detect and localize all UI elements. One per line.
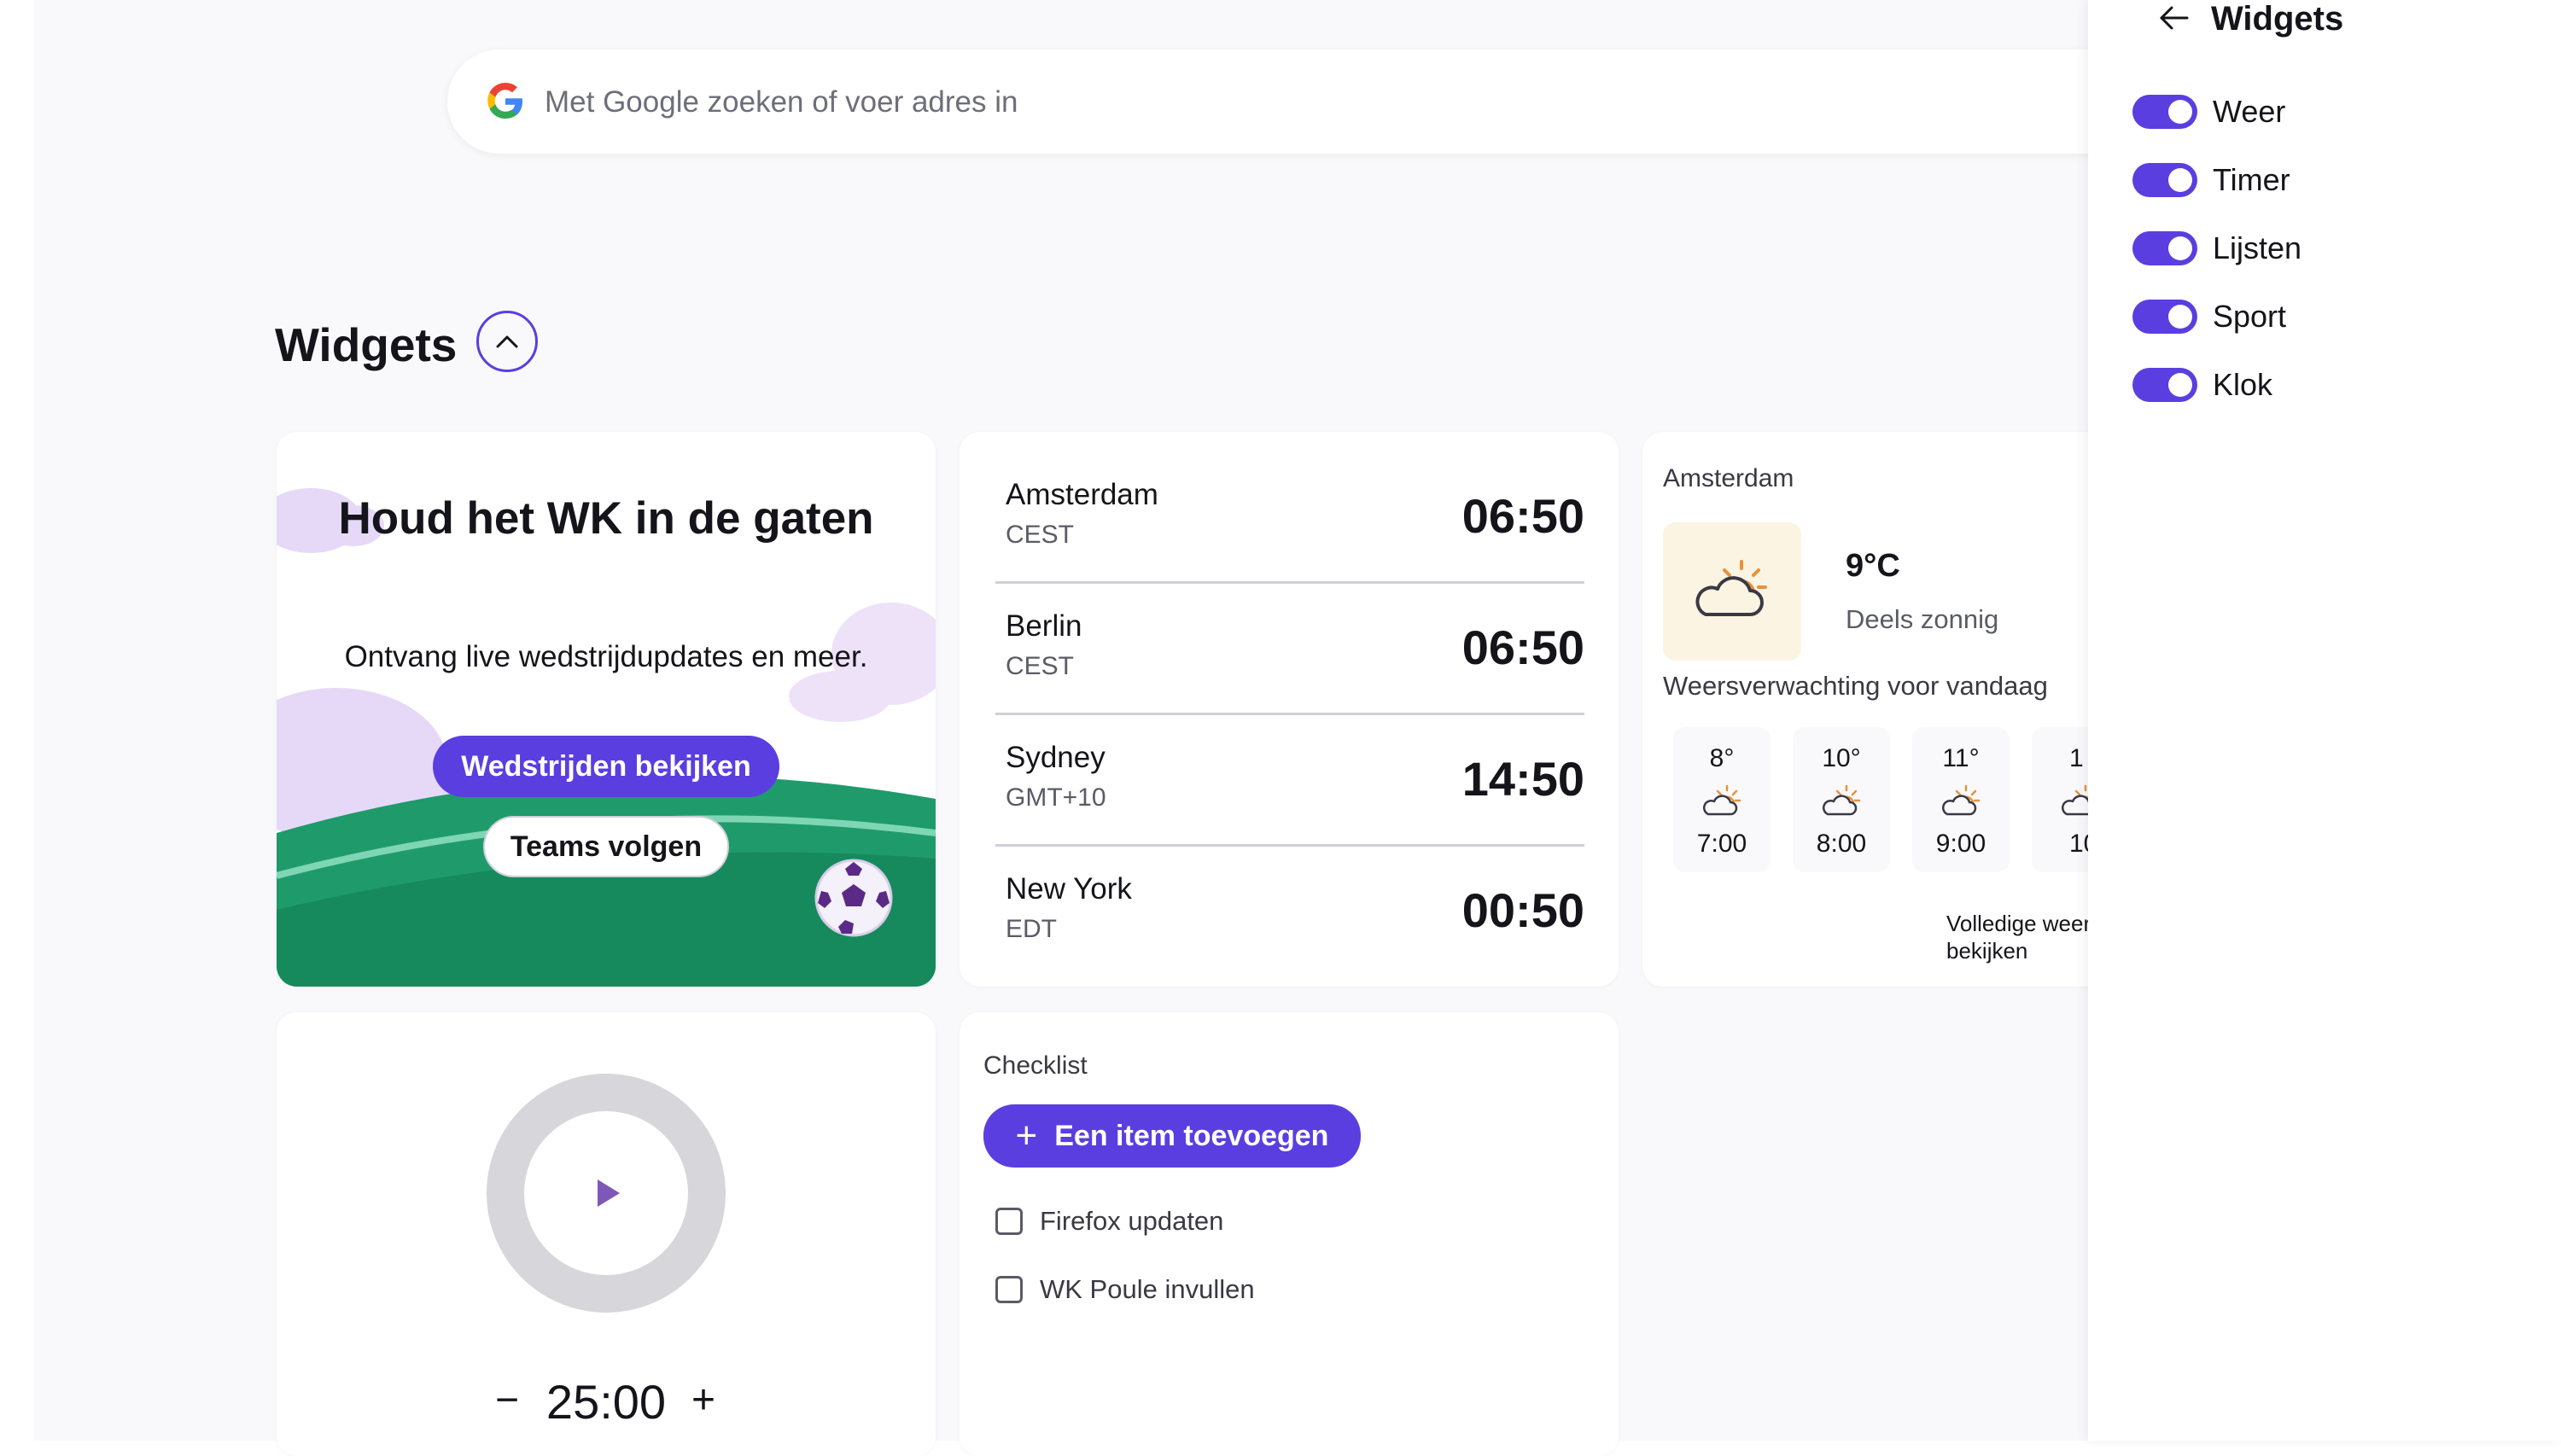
play-icon [598, 1179, 620, 1207]
search-input[interactable] [543, 72, 2083, 133]
clock-city: Amsterdam [1006, 478, 1158, 511]
item-checkbox[interactable] [995, 1208, 1023, 1235]
arrow-left-icon [2160, 6, 2189, 29]
timer-decrease-button[interactable]: − [481, 1375, 533, 1426]
toggle-switch[interactable] [2132, 163, 2197, 197]
forecast-hour: 10° 8:00 [1793, 727, 1890, 872]
item-label: Firefox updaten [1040, 1206, 1224, 1236]
search-bar[interactable] [447, 50, 2155, 154]
toggle-switch[interactable] [2132, 231, 2197, 265]
forecast-time: 9:00 [1935, 830, 1986, 858]
clock-row: Sydney GMT+10 14:50 [995, 715, 1584, 847]
partly-sunny-icon [1941, 784, 1981, 816]
forecast-temperature: 8° [1709, 744, 1735, 772]
widgets-section-title: Widgets [275, 318, 458, 371]
weather-city: Amsterdam [1663, 464, 1794, 492]
toggle-weather[interactable]: Weer [2132, 90, 2285, 133]
forecast-time: 7:00 [1696, 830, 1747, 858]
toggle-label: Timer [2213, 162, 2290, 197]
clock-timezone: GMT+10 [1006, 783, 1106, 812]
partly-sunny-icon [1822, 784, 1861, 816]
clock-timezone: CEST [1006, 652, 1075, 680]
forecast-hour: 8° 7:00 [1673, 727, 1771, 872]
timer-increase-button[interactable]: + [678, 1375, 729, 1426]
forecast-time: 8:00 [1816, 830, 1867, 858]
forecast-hour: 11° 9:00 [1912, 727, 2010, 872]
clock-timezone: EDT [1006, 915, 1057, 943]
toggle-switch[interactable] [2132, 95, 2197, 129]
add-item-label: Een item toevoegen [1054, 1119, 1329, 1152]
partly-sunny-icon [1695, 560, 1767, 616]
weather-icon-box [1663, 522, 1801, 661]
collapse-widgets-button[interactable] [476, 311, 538, 372]
google-icon [487, 83, 522, 119]
clock-time: 14:50 [1461, 752, 1584, 806]
list-item[interactable]: WK Poule invullen [995, 1268, 1255, 1311]
view-matches-button[interactable]: Wedstrijden bekijken [433, 736, 779, 797]
sport-title: Houd het WK in de gaten [338, 493, 874, 544]
back-button[interactable] [2150, 0, 2197, 38]
toggle-sport[interactable]: Sport [2132, 295, 2286, 338]
panel-title: Widgets [2211, 0, 2344, 38]
toggle-label: Weer [2213, 94, 2286, 129]
forecast-temperature: 10° [1822, 744, 1861, 772]
clock-row: New York EDT 00:50 [995, 847, 1584, 978]
clock-time: 06:50 [1461, 620, 1584, 674]
toggle-label: Lijsten [2213, 230, 2302, 265]
add-item-button[interactable]: + Een item toevoegen [983, 1104, 1361, 1168]
plus-icon: + [1015, 1115, 1038, 1156]
weather-temperature: 9°C [1846, 548, 1900, 584]
toggle-switch[interactable] [2132, 368, 2197, 402]
list-item[interactable]: Firefox updaten [995, 1200, 1223, 1243]
clock-row: Amsterdam CEST 06:50 [995, 452, 1584, 584]
widgets-settings-panel: Widgets Weer Timer Lijsten Sport Klok [2088, 0, 2561, 1441]
clock-city: Sydney [1006, 741, 1105, 774]
clock-city: New York [1006, 872, 1132, 906]
clock-city: Berlin [1006, 609, 1082, 643]
toggle-label: Klok [2213, 367, 2273, 402]
toggle-switch[interactable] [2132, 300, 2197, 334]
toggle-label: Sport [2213, 299, 2287, 334]
toggle-lists[interactable]: Lijsten [2132, 227, 2301, 270]
timer-value: 25:00 [545, 1375, 667, 1429]
clock-time: 06:50 [1461, 489, 1584, 543]
clock-row: Berlin CEST 06:50 [995, 584, 1584, 715]
forecast-temperature: 11° [1942, 744, 1980, 772]
item-checkbox[interactable] [995, 1276, 1023, 1303]
world-clock-widget: Amsterdam CEST 06:50 Berlin CEST 06:50 S… [960, 432, 1619, 987]
clock-timezone: CEST [1006, 521, 1075, 549]
chevron-up-icon [496, 335, 518, 348]
toggle-clock[interactable]: Klok [2132, 364, 2272, 406]
partly-sunny-icon [1702, 784, 1741, 816]
soccer-ball-icon [814, 859, 893, 937]
toggle-timer[interactable]: Timer [2132, 159, 2290, 201]
weather-description: Deels zonnig [1846, 604, 1999, 634]
timer-widget: − 25:00 + [277, 1012, 936, 1456]
clock-time: 00:50 [1461, 883, 1584, 937]
checklist-widget: Checklist + Een item toevoegen Firefox u… [960, 1012, 1619, 1456]
forecast-label: Weersverwachting voor vandaag [1663, 671, 2048, 701]
follow-teams-button[interactable]: Teams volgen [483, 816, 729, 877]
sport-subtitle: Ontvang live wedstrijdupdates en meer. [344, 640, 868, 673]
item-label: WK Poule invullen [1040, 1274, 1255, 1304]
timer-play-button[interactable] [580, 1168, 632, 1219]
checklist-title: Checklist [983, 1051, 1088, 1080]
